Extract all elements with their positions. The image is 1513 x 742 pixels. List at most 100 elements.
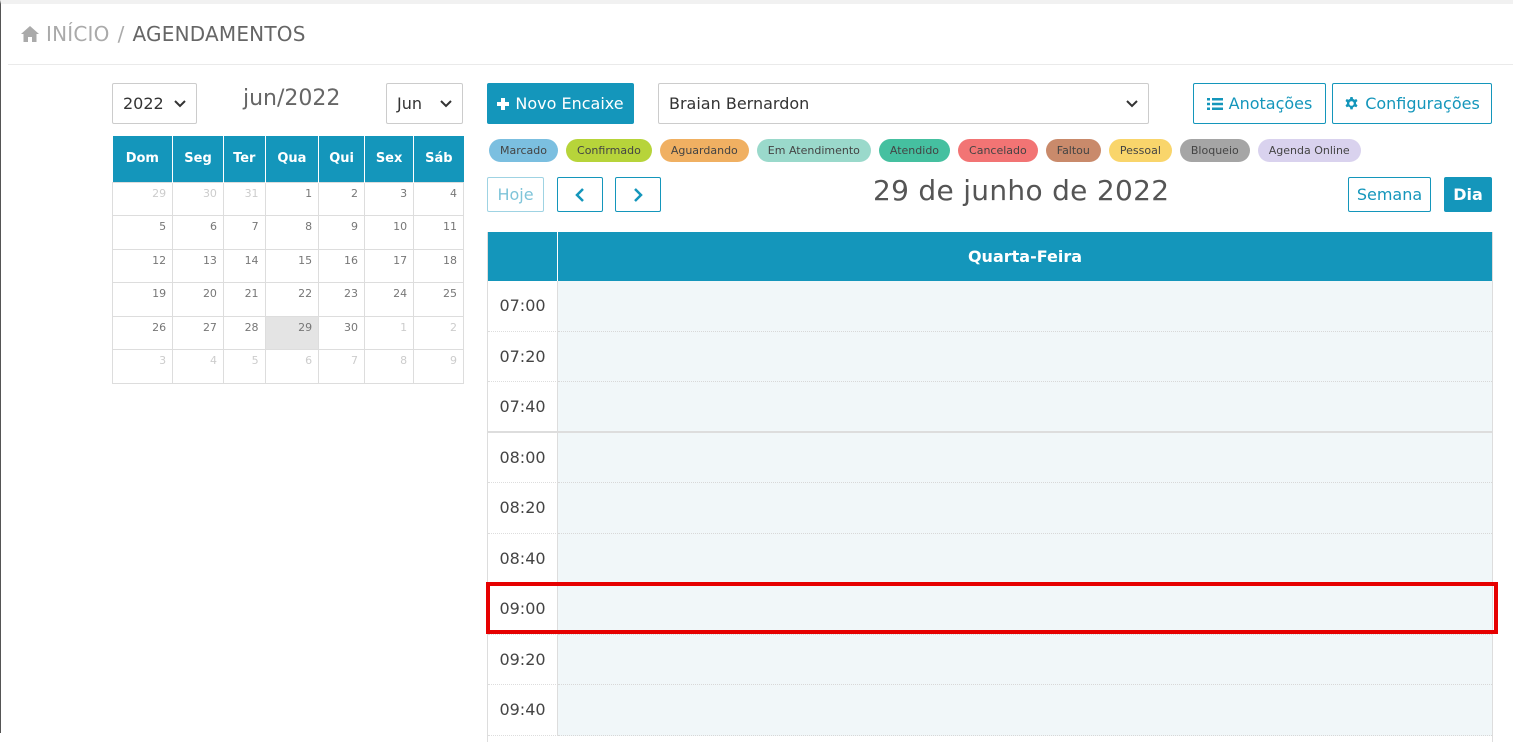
calendar-week: 3 4 5 6 7 8 9: [111, 349, 464, 385]
calendar-day[interactable]: 29: [111, 181, 174, 217]
calendar-day[interactable]: 8: [264, 215, 320, 250]
time-slot-cell[interactable]: [558, 533, 1492, 584]
current-date-title: 29 de junho de 2022: [873, 174, 1170, 207]
calendar-day[interactable]: 4: [413, 181, 464, 217]
calendar-day[interactable]: 28: [222, 315, 266, 351]
calendar-day[interactable]: 17: [364, 248, 415, 284]
time-slot-cell[interactable]: [558, 483, 1492, 534]
plus-icon: [497, 97, 510, 110]
calendar-day[interactable]: 31: [222, 181, 266, 217]
calendar-day[interactable]: 27: [172, 315, 224, 351]
calendar-day[interactable]: 21: [222, 282, 266, 317]
calendar-day[interactable]: 26: [111, 315, 174, 351]
calendar-day[interactable]: 15: [264, 248, 320, 284]
day-view-button[interactable]: Dia: [1444, 177, 1492, 212]
breadcrumb-separator: /: [117, 22, 125, 46]
calendar-day[interactable]: 7: [222, 215, 266, 250]
calendar-day[interactable]: 19: [111, 282, 174, 317]
time-slot-row: 09:20: [488, 634, 1492, 685]
calendar-day[interactable]: 7: [318, 349, 366, 385]
calendar-day[interactable]: 6: [172, 215, 224, 250]
calendar-day[interactable]: 9: [413, 349, 464, 385]
calendar-day[interactable]: 8: [364, 349, 415, 385]
calendar-day[interactable]: 22: [264, 282, 320, 317]
time-slot-cell[interactable]: [558, 281, 1492, 332]
professional-select[interactable]: Braian Bernardon: [658, 83, 1149, 124]
month-select[interactable]: Jun: [386, 83, 463, 124]
home-icon[interactable]: [20, 25, 40, 43]
calendar-day[interactable]: 3: [364, 181, 415, 217]
calendar-day[interactable]: 4: [172, 349, 224, 385]
time-slot-cell[interactable]: [558, 685, 1492, 736]
month-select-value: Jun: [397, 94, 422, 113]
new-appointment-button[interactable]: Novo Encaixe: [487, 83, 634, 124]
notes-button[interactable]: Anotações: [1193, 83, 1326, 124]
legend-badge-cancelado: Cancelado: [958, 139, 1038, 162]
calendar-day[interactable]: 6: [264, 349, 320, 385]
year-select-value: 2022: [123, 94, 164, 113]
time-slot-row: 09:40: [488, 685, 1492, 736]
time-label: 09:20: [488, 634, 558, 685]
calendar-day[interactable]: 13: [172, 248, 224, 284]
time-gutter-header: [488, 232, 558, 281]
settings-button[interactable]: Configurações: [1332, 83, 1492, 124]
time-slot-cell[interactable]: [558, 432, 1492, 483]
calendar-day-selected[interactable]: 29: [264, 315, 320, 351]
time-slot-row: 07:00: [488, 281, 1492, 332]
week-view-button[interactable]: Semana: [1348, 177, 1431, 212]
calendar-day[interactable]: 5: [111, 215, 174, 250]
next-button[interactable]: [615, 177, 661, 212]
time-label: 08:40: [488, 533, 558, 584]
year-select[interactable]: 2022: [112, 83, 197, 124]
weekday-header: Sex: [364, 136, 415, 182]
calendar-day[interactable]: 11: [413, 215, 464, 250]
calendar-day[interactable]: 30: [318, 315, 366, 351]
today-button[interactable]: Hoje: [487, 177, 544, 212]
calendar-day[interactable]: 1: [364, 315, 415, 351]
calendar-day[interactable]: 14: [222, 248, 266, 284]
calendar-day[interactable]: 16: [318, 248, 366, 284]
legend-badge-em-atendimento: Em Atendimento: [756, 139, 871, 162]
calendar-day[interactable]: 10: [364, 215, 415, 250]
calendar-day[interactable]: 20: [172, 282, 224, 317]
prev-button[interactable]: [557, 177, 603, 212]
breadcrumb-home-link[interactable]: INÍCIO: [46, 22, 110, 46]
time-label: 09:40: [488, 685, 558, 736]
header-divider: [8, 64, 1513, 65]
month-title: jun/2022: [243, 86, 341, 111]
calendar-day[interactable]: 23: [318, 282, 366, 317]
calendar-day[interactable]: 30: [172, 181, 224, 217]
calendar-day[interactable]: 24: [364, 282, 415, 317]
chevron-down-icon: [174, 99, 186, 107]
calendar-day[interactable]: 25: [413, 282, 464, 317]
calendar-day[interactable]: 2: [413, 315, 464, 351]
day-column-header: Quarta-Feira: [558, 232, 1492, 281]
calendar-day[interactable]: 9: [318, 215, 366, 250]
time-slot-cell[interactable]: [558, 382, 1492, 433]
time-slot-cell[interactable]: [558, 331, 1492, 382]
time-label: 07:20: [488, 331, 558, 382]
chevron-down-icon: [1126, 99, 1138, 107]
weekday-header: Sáb: [413, 136, 464, 182]
day-schedule-grid: Quarta-Feira 07:00 07:20 07:40 08:00 08:…: [487, 232, 1493, 742]
time-label: 07:00: [488, 281, 558, 332]
calendar-day[interactable]: 5: [222, 349, 266, 385]
calendar-week: 19 20 21 22 23 24 25: [111, 282, 464, 317]
weekday-header: Seg: [172, 136, 224, 182]
calendar-day[interactable]: 1: [264, 181, 320, 217]
chevron-right-icon: [634, 187, 643, 202]
list-icon: [1206, 97, 1223, 110]
weekday-header: Qua: [265, 136, 320, 182]
calendar-day[interactable]: 3: [111, 349, 174, 385]
gear-icon: [1345, 96, 1358, 110]
time-label: 07:40: [488, 382, 558, 433]
calendar-day[interactable]: 18: [413, 248, 464, 284]
weekday-header: Ter: [223, 136, 266, 182]
legend-badge-aguardando: Aguardando: [659, 139, 749, 162]
time-slot-cell[interactable]: [558, 584, 1492, 635]
mini-calendar: Dom Seg Ter Qua Qui Sex Sáb 29 30 31 1 2…: [111, 136, 464, 385]
time-slot-row-highlighted: 09:00: [488, 584, 1492, 635]
calendar-day[interactable]: 2: [318, 181, 366, 217]
calendar-day[interactable]: 12: [111, 248, 174, 284]
time-slot-cell[interactable]: [558, 634, 1492, 685]
